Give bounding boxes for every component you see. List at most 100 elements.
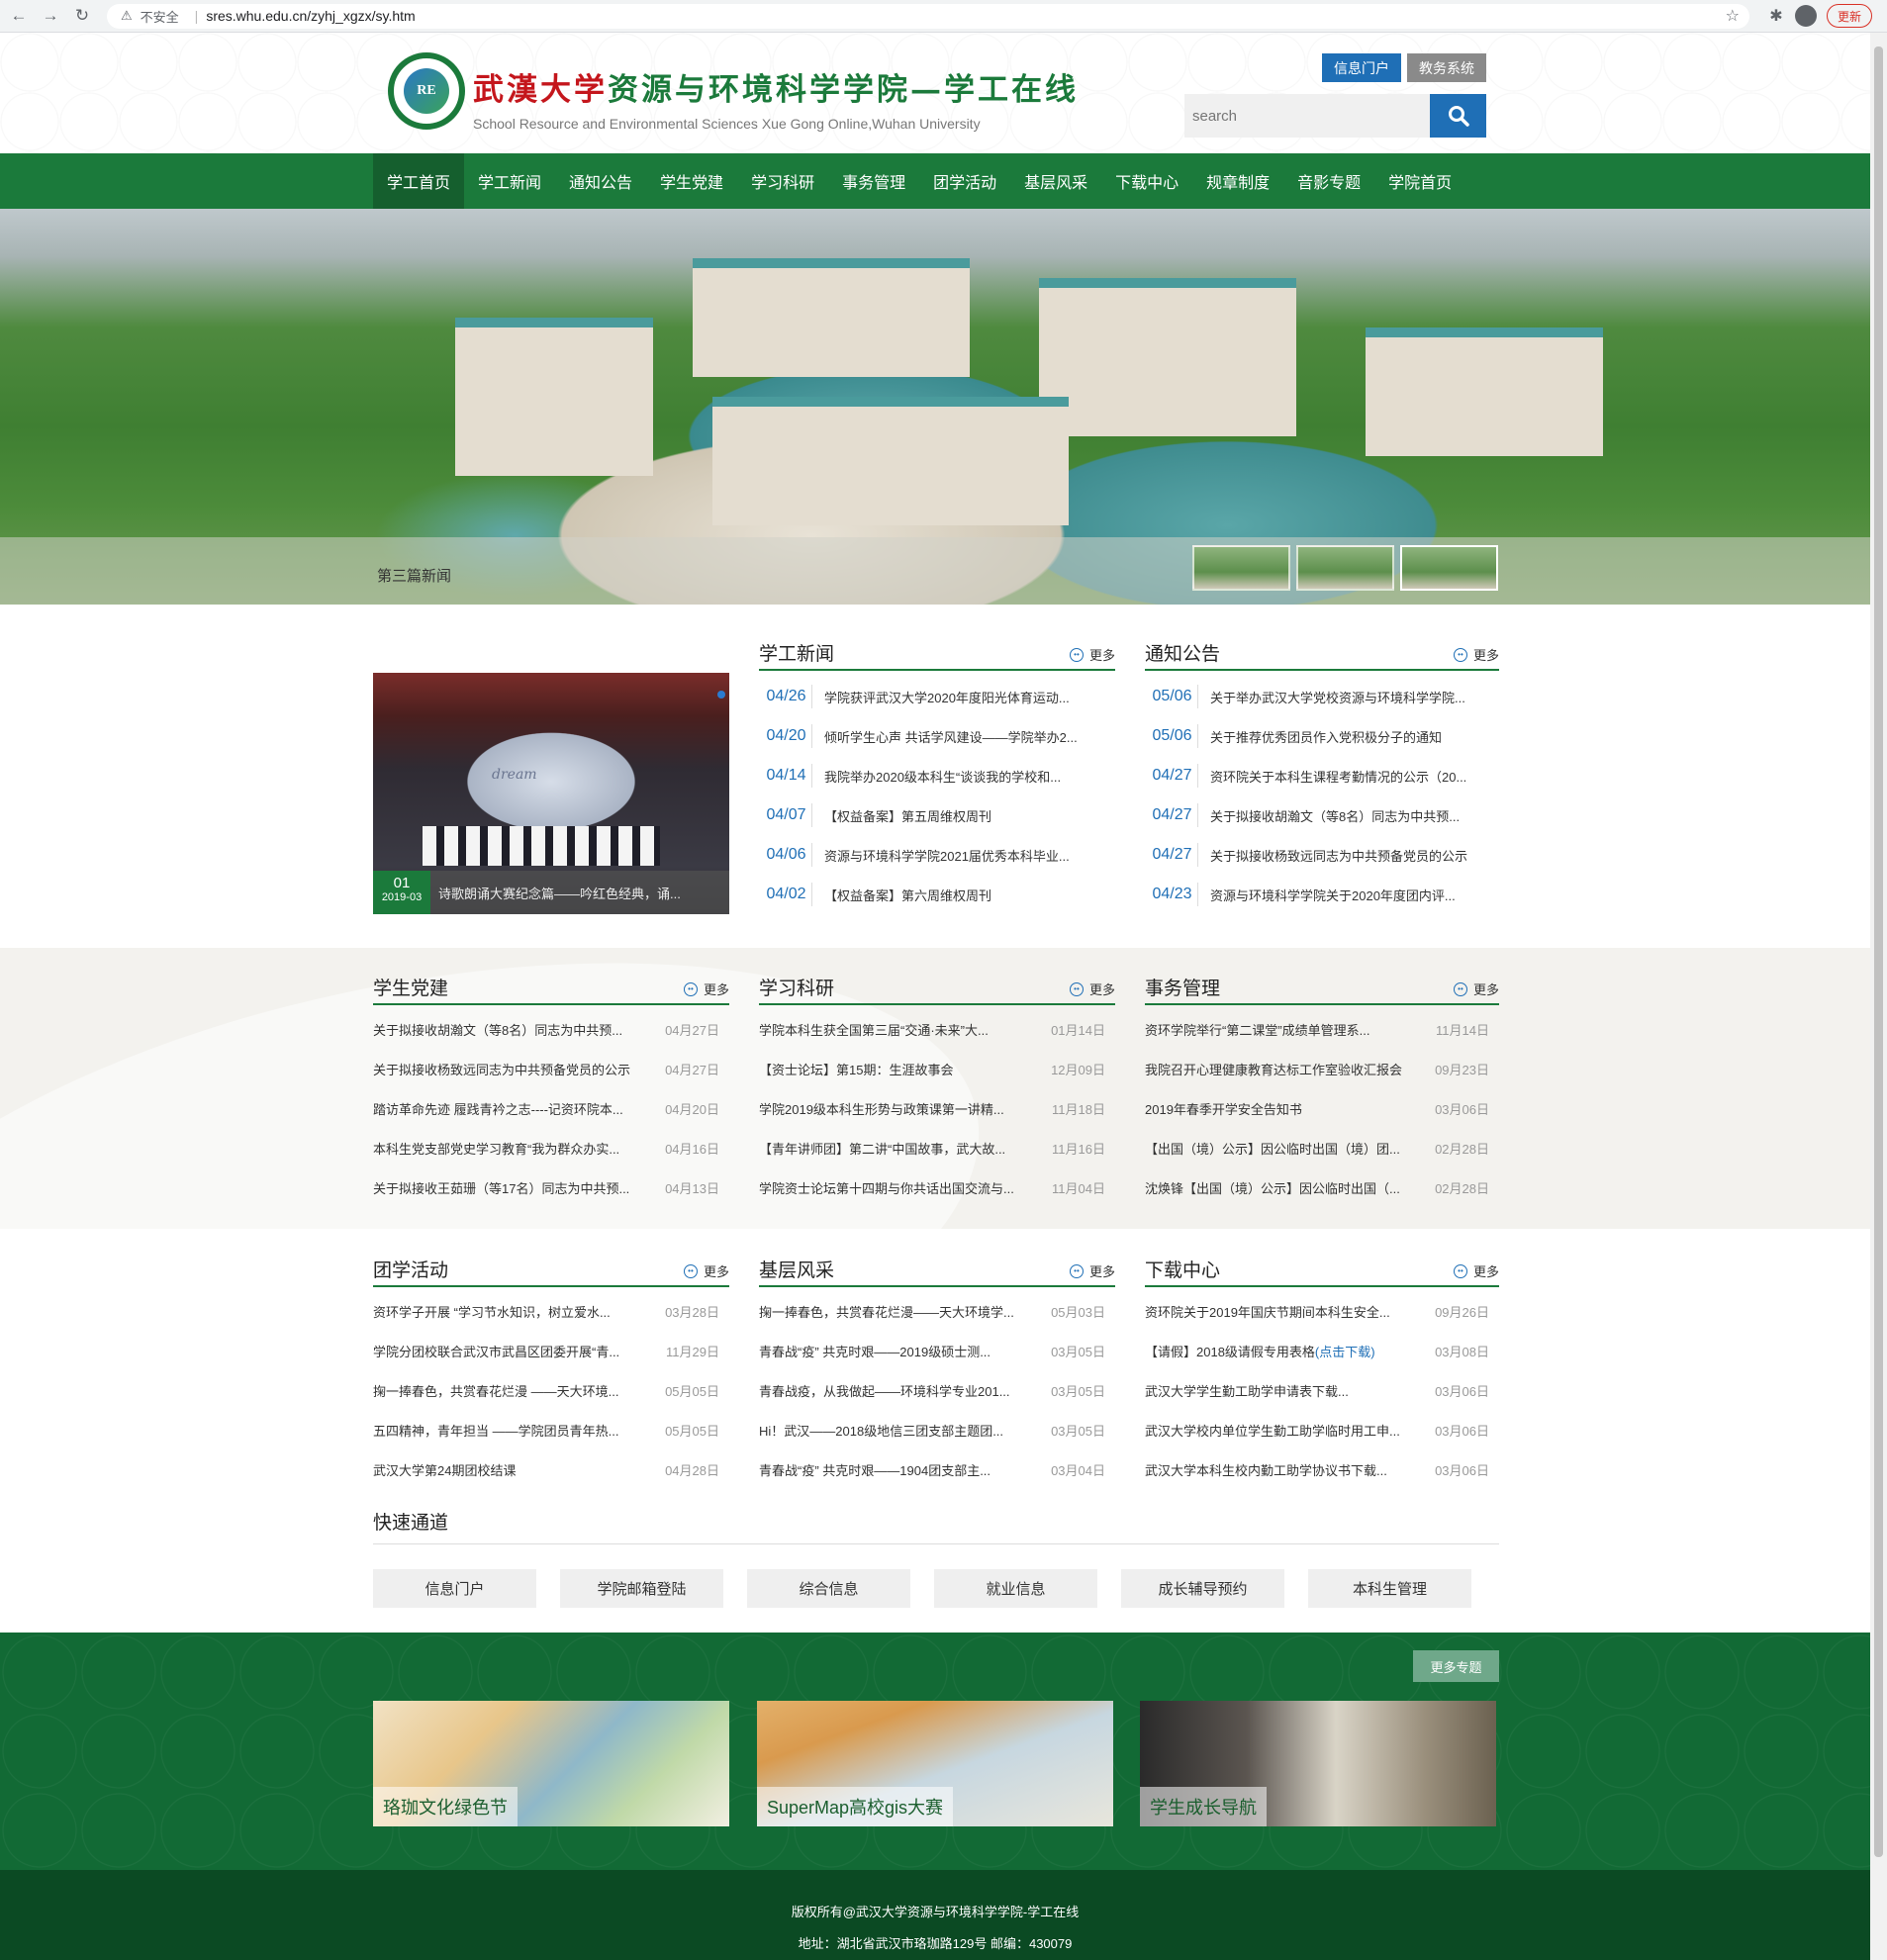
item-title[interactable]: 资源与环境科学学院关于2020年度团内评... [1210, 886, 1456, 904]
nav-item-downloads[interactable]: 下载中心 [1101, 153, 1192, 209]
nav-item-media[interactable]: 音影专题 [1283, 153, 1374, 209]
list-item[interactable]: 学院资士论坛第十四期与你共话出国交流与... 11月04日 [759, 1167, 1115, 1207]
info-portal-button[interactable]: 信息门户 [1322, 53, 1401, 82]
more-link[interactable]: •• 更多 [1069, 980, 1115, 998]
list-item[interactable]: 04/27 关于拟接收杨致远同志为中共预备党员的公示 [1145, 835, 1499, 875]
nav-item-league[interactable]: 团学活动 [919, 153, 1010, 209]
quick-link-info-portal[interactable]: 信息门户 [373, 1569, 536, 1608]
list-item[interactable]: 04/27 关于拟接收胡瀚文（等8名）同志为中共预... [1145, 795, 1499, 835]
list-item[interactable]: 关于拟接收杨致远同志为中共预备党员的公示 04月27日 [373, 1049, 729, 1088]
list-item[interactable]: 掬一捧春色，共赏春花烂漫 ——天大环境... 05月05日 [373, 1370, 729, 1410]
item-title[interactable]: 沈焕锋【出国（境）公示】因公临时出国（... [1145, 1178, 1400, 1197]
item-title[interactable]: 学院2019级本科生形势与政策课第一讲精... [759, 1099, 1004, 1118]
quick-link-undergrad-mgmt[interactable]: 本科生管理 [1308, 1569, 1471, 1608]
list-item[interactable]: 【资士论坛】第15期：生涯故事会 12月09日 [759, 1049, 1115, 1088]
item-title[interactable]: 【请假】2018级请假专用表格(点击下载) [1145, 1342, 1375, 1360]
more-topics-button[interactable]: 更多专题 [1413, 1650, 1499, 1682]
item-title[interactable]: 本科生党支部党史学习教育“我为群众办实... [373, 1139, 619, 1158]
list-item[interactable]: 青春战“疫” 共克时艰——2019级硕士测... 03月05日 [759, 1331, 1115, 1370]
update-button[interactable]: 更新 [1827, 4, 1873, 28]
banner-thumbnail-3[interactable] [1400, 545, 1498, 591]
extensions-puzzle-icon[interactable]: ✱ [1763, 6, 1789, 26]
item-title[interactable]: 学院获评武汉大学2020年度阳光体育运动... [824, 688, 1070, 706]
feature-news-image[interactable]: dream 01 2019-03 诗歌朗诵大赛纪念篇——吟红色经典，诵... [373, 673, 729, 914]
item-title[interactable]: 学院分团校联合武汉市武昌区团委开展“青... [373, 1342, 619, 1360]
item-title[interactable]: 掬一捧春色，共赏春花烂漫 ——天大环境... [373, 1381, 618, 1400]
list-item[interactable]: 青春战“疫” 共克时艰——1904团支部主... 03月04日 [759, 1449, 1115, 1489]
quick-link-counseling[interactable]: 成长辅导预约 [1121, 1569, 1284, 1608]
more-link[interactable]: •• 更多 [683, 980, 729, 998]
item-title[interactable]: 我院召开心理健康教育达标工作室验收汇报会 [1145, 1060, 1402, 1078]
search-input[interactable] [1184, 94, 1430, 138]
list-item[interactable]: 我院召开心理健康教育达标工作室验收汇报会 09月23日 [1145, 1049, 1499, 1088]
list-item[interactable]: 04/23 资源与环境科学学院关于2020年度团内评... [1145, 875, 1499, 914]
more-link[interactable]: •• 更多 [1453, 980, 1499, 998]
bookmark-star-icon[interactable]: ☆ [1726, 6, 1740, 26]
list-item[interactable]: 青春战疫，从我做起——环境科学专业201... 03月05日 [759, 1370, 1115, 1410]
item-title[interactable]: 踏访革命先迹 履践青衿之志----记资环院本... [373, 1099, 623, 1118]
more-link[interactable]: •• 更多 [1453, 645, 1499, 664]
nav-item-rules[interactable]: 规章制度 [1192, 153, 1283, 209]
topic-card[interactable]: 学生成长导航 [1140, 1701, 1496, 1826]
item-title[interactable]: 青春战疫，从我做起——环境科学专业201... [759, 1381, 1010, 1400]
list-item[interactable]: 04/14 我院举办2020级本科生“谈谈我的学校和... [759, 756, 1115, 795]
item-title[interactable]: 青春战“疫” 共克时艰——2019级硕士测... [759, 1342, 991, 1360]
list-item[interactable]: 2019年春季开学安全告知书 03月06日 [1145, 1088, 1499, 1128]
item-title[interactable]: 【资士论坛】第15期：生涯故事会 [759, 1060, 953, 1078]
nav-item-affairs[interactable]: 事务管理 [828, 153, 919, 209]
item-title[interactable]: 关于拟接收杨致远同志为中共预备党员的公示 [373, 1060, 630, 1078]
nav-item-party[interactable]: 学生党建 [646, 153, 737, 209]
nav-item-notices[interactable]: 通知公告 [555, 153, 646, 209]
nav-item-grassroots[interactable]: 基层风采 [1010, 153, 1101, 209]
banner-thumbnail-2[interactable] [1296, 545, 1394, 591]
quick-link-employment[interactable]: 就业信息 [934, 1569, 1097, 1608]
list-item[interactable]: 踏访革命先迹 履践青衿之志----记资环院本... 04月20日 [373, 1088, 729, 1128]
quick-link-general-info[interactable]: 综合信息 [747, 1569, 910, 1608]
item-title[interactable]: 武汉大学第24期团校结课 [373, 1460, 516, 1479]
item-title[interactable]: 我院举办2020级本科生“谈谈我的学校和... [824, 767, 1061, 786]
list-item[interactable]: 武汉大学学生勤工助学申请表下载... 03月06日 [1145, 1370, 1499, 1410]
list-item[interactable]: 04/06 资源与环境科学学院2021届优秀本科毕业... [759, 835, 1115, 875]
list-item[interactable]: 【出国（境）公示】因公临时出国（境）团... 02月28日 [1145, 1128, 1499, 1167]
item-title[interactable]: 资环学子开展 “学习节水知识，树立爱水... [373, 1302, 611, 1321]
item-title[interactable]: 2019年春季开学安全告知书 [1145, 1099, 1302, 1118]
item-title[interactable]: Hi！武汉——2018级地信三团支部主题团... [759, 1421, 1003, 1440]
item-title[interactable]: 【青年讲师团】第二讲“中国故事，武大故... [759, 1139, 1005, 1158]
more-link[interactable]: •• 更多 [1069, 1261, 1115, 1280]
list-item[interactable]: 04/27 资环院关于本科生课程考勤情况的公示（20... [1145, 756, 1499, 795]
list-item[interactable]: 掬一捧春色，共赏春花烂漫——天大环境学... 05月03日 [759, 1291, 1115, 1331]
search-button[interactable] [1430, 94, 1486, 138]
item-title[interactable]: 掬一捧春色，共赏春花烂漫——天大环境学... [759, 1302, 1014, 1321]
list-item[interactable]: 武汉大学本科生校内勤工助学协议书下载... 03月06日 [1145, 1449, 1499, 1489]
list-item[interactable]: 本科生党支部党史学习教育“我为群众办实... 04月16日 [373, 1128, 729, 1167]
item-title[interactable]: 武汉大学校内单位学生勤工助学临时用工申... [1145, 1421, 1400, 1440]
more-link[interactable]: •• 更多 [683, 1261, 729, 1280]
nav-item-college-home[interactable]: 学院首页 [1374, 153, 1465, 209]
list-item[interactable]: Hi！武汉——2018级地信三团支部主题团... 03月05日 [759, 1410, 1115, 1449]
list-item[interactable]: 学院2019级本科生形势与政策课第一讲精... 11月18日 [759, 1088, 1115, 1128]
list-item[interactable]: 资环学子开展 “学习节水知识，树立爱水... 03月28日 [373, 1291, 729, 1331]
list-item[interactable]: 五四精神，青年担当 ——学院团员青年热... 05月05日 [373, 1410, 729, 1449]
download-link[interactable]: (点击下载) [1315, 1345, 1375, 1359]
list-item[interactable]: 05/06 关于推荐优秀团员作入党积极分子的通知 [1145, 716, 1499, 756]
item-title[interactable]: 资环院关于2019年国庆节期间本科生安全... [1145, 1302, 1390, 1321]
item-title[interactable]: 关于举办武汉大学党校资源与环境科学学院... [1210, 688, 1465, 706]
quick-link-college-mail[interactable]: 学院邮箱登陆 [560, 1569, 723, 1608]
item-title[interactable]: 关于推荐优秀团员作入党积极分子的通知 [1210, 727, 1442, 746]
item-title[interactable]: 【权益备案】第五周维权周刊 [824, 806, 991, 825]
list-item[interactable]: 学院分团校联合武汉市武昌区团委开展“青... 11月29日 [373, 1331, 729, 1370]
list-item[interactable]: 05/06 关于举办武汉大学党校资源与环境科学学院... [1145, 677, 1499, 716]
item-title[interactable]: 青春战“疫” 共克时艰——1904团支部主... [759, 1460, 991, 1479]
address-bar[interactable]: ⚠ 不安全 | sres.whu.edu.cn/zyhj_xgzx/sy.htm… [107, 3, 1749, 29]
list-item[interactable]: 武汉大学校内单位学生勤工助学临时用工申... 03月06日 [1145, 1410, 1499, 1449]
item-title[interactable]: 关于拟接收胡瀚文（等8名）同志为中共预... [373, 1020, 622, 1039]
item-title[interactable]: 学院资士论坛第十四期与你共话出国交流与... [759, 1178, 1014, 1197]
banner-slideshow[interactable]: 第三篇新闻 [0, 209, 1870, 605]
item-title[interactable]: 【权益备案】第六周维权周刊 [824, 886, 991, 904]
list-item[interactable]: 04/20 倾听学生心声 共话学风建设——学院举办2... [759, 716, 1115, 756]
nav-item-home[interactable]: 学工首页 [373, 153, 465, 209]
item-title[interactable]: 五四精神，青年担当 ——学院团员青年热... [373, 1421, 618, 1440]
list-item[interactable]: 04/02 【权益备案】第六周维权周刊 [759, 875, 1115, 914]
back-icon[interactable]: ← [6, 3, 32, 29]
item-title[interactable]: 学院本科生获全国第三届“交通·未来”大... [759, 1020, 989, 1039]
